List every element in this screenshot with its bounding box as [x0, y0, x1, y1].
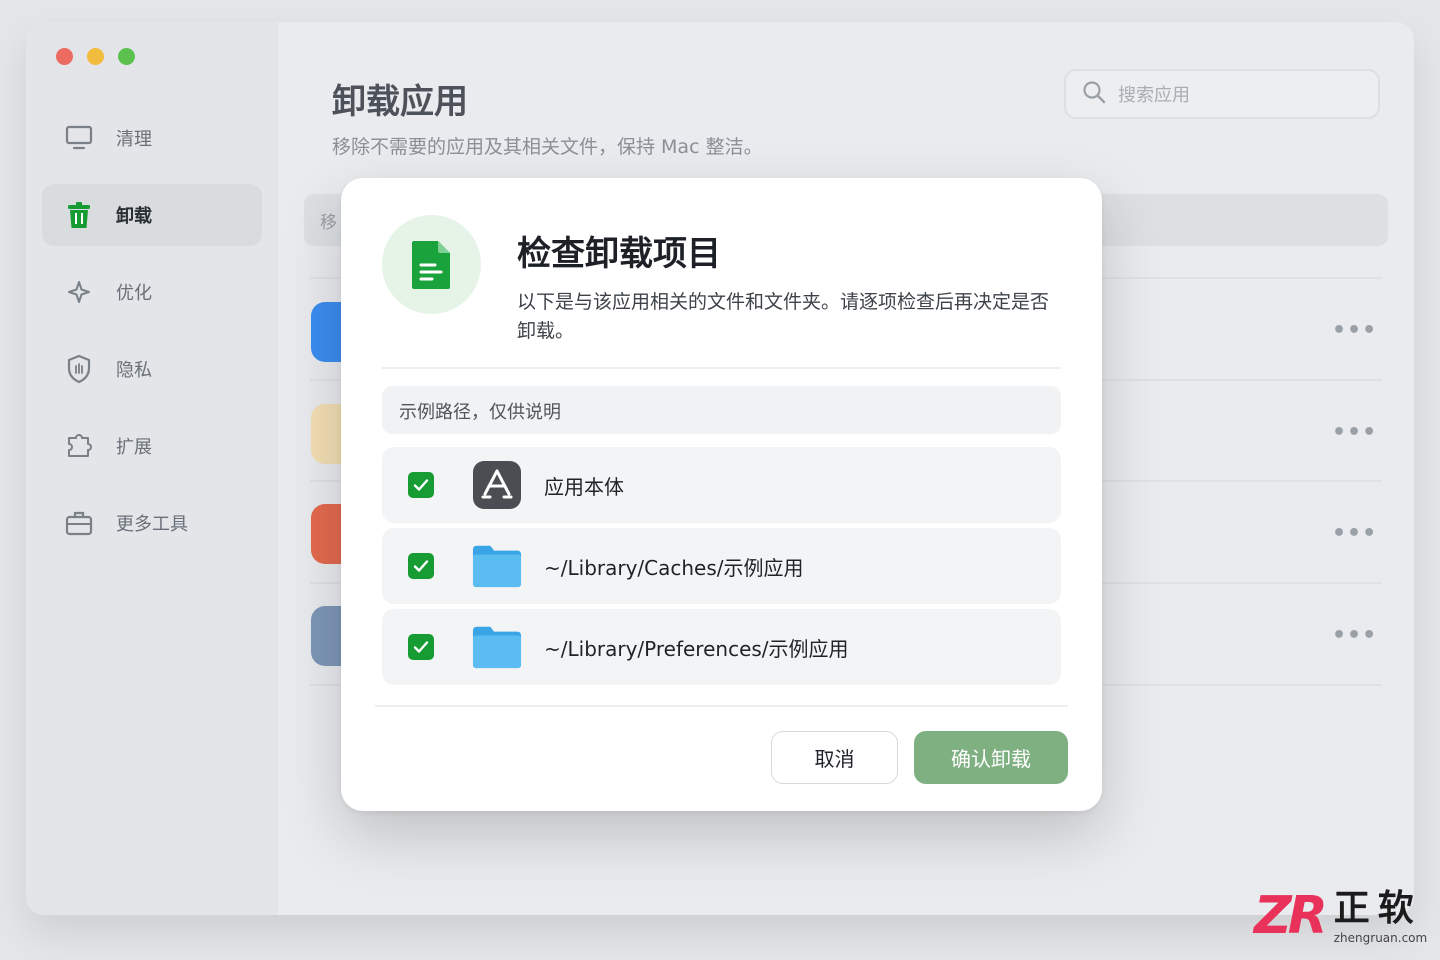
cancel-button[interactable]: 取消 [771, 731, 898, 784]
document-badge [382, 215, 481, 314]
trash-icon [64, 200, 94, 230]
uninstall-item[interactable]: ~/Library/Preferences/示例应用 [382, 609, 1061, 685]
watermark-name: 正软 [1333, 888, 1422, 929]
close-window-button[interactable] [56, 48, 73, 65]
toolbar-text: 移 [320, 213, 337, 233]
sidebar-item-label: 扩展 [116, 437, 152, 458]
item-checkbox[interactable] [408, 553, 434, 579]
watermark-logo: ZR [1254, 886, 1328, 946]
search-input[interactable]: 搜索应用 [1064, 69, 1380, 119]
confirm-uninstall-button[interactable]: 确认卸载 [914, 731, 1068, 784]
sidebar-item-label: 卸载 [116, 206, 152, 227]
minimize-window-button[interactable] [87, 48, 104, 65]
uninstall-item[interactable]: ~/Library/Caches/示例应用 [382, 528, 1061, 604]
sidebar-item-optimize[interactable]: 优化 [42, 261, 262, 323]
checkmark-icon [413, 560, 429, 572]
sidebar-nav: 清理 卸载 优化 隐私 扩展 更多工具 [42, 107, 262, 569]
path-hint-banner: 示例路径，仅供说明 [382, 386, 1061, 434]
divider [375, 705, 1068, 707]
uninstall-item[interactable]: 应用本体 [382, 447, 1061, 523]
page-title: 卸载应用 [332, 82, 468, 122]
sidebar-item-uninstall[interactable]: 卸载 [42, 184, 262, 246]
item-label: ~/Library/Preferences/示例应用 [544, 636, 849, 661]
item-label: 应用本体 [544, 474, 624, 499]
item-checkbox[interactable] [408, 634, 434, 660]
sidebar-item-clean[interactable]: 清理 [42, 107, 262, 169]
document-icon [411, 240, 450, 289]
more-icon[interactable]: ••• [1332, 420, 1377, 445]
more-icon[interactable]: ••• [1332, 318, 1377, 343]
more-icon[interactable]: ••• [1332, 623, 1377, 648]
window-controls [56, 48, 135, 65]
checkmark-icon [413, 641, 429, 653]
sidebar-item-more-tools[interactable]: 更多工具 [42, 492, 262, 554]
dialog-description: 以下是与该应用相关的文件和文件夹。请逐项检查后再决定是否卸载。 [517, 291, 1050, 342]
search-icon [1082, 80, 1106, 109]
app-store-icon [472, 460, 522, 510]
divider [382, 367, 1061, 369]
sparkle-icon [64, 277, 94, 307]
item-checkbox[interactable] [408, 472, 434, 498]
monitor-icon [64, 123, 94, 153]
sidebar-item-label: 隐私 [116, 360, 152, 381]
uninstall-review-dialog: 检查卸载项目 以下是与该应用相关的文件和文件夹。请逐项检查后再决定是否卸载。 示… [341, 178, 1102, 811]
sidebar-item-label: 优化 [116, 283, 152, 304]
sidebar-item-label: 清理 [116, 129, 152, 150]
search-placeholder: 搜索应用 [1118, 85, 1190, 106]
toolbox-icon [64, 508, 94, 538]
folder-icon [472, 541, 522, 591]
checkmark-icon [413, 479, 429, 491]
more-icon[interactable]: ••• [1332, 521, 1377, 546]
folder-icon [472, 622, 522, 672]
watermark: ZR 正软 zhengruan.com [1254, 888, 1427, 945]
sidebar-item-label: 更多工具 [116, 514, 188, 535]
page-subtitle: 移除不需要的应用及其相关文件，保持 Mac 整洁。 [332, 136, 763, 158]
item-label: ~/Library/Caches/示例应用 [544, 555, 804, 580]
sidebar-item-privacy[interactable]: 隐私 [42, 338, 262, 400]
puzzle-icon [64, 431, 94, 461]
sidebar-item-extensions[interactable]: 扩展 [42, 415, 262, 477]
sidebar: 清理 卸载 优化 隐私 扩展 更多工具 [26, 22, 278, 915]
path-hint-text: 示例路径，仅供说明 [399, 402, 561, 423]
dialog-title: 检查卸载项目 [517, 234, 721, 274]
zoom-window-button[interactable] [118, 48, 135, 65]
watermark-url: zhengruan.com [1333, 931, 1428, 945]
shield-hand-icon [64, 354, 94, 384]
